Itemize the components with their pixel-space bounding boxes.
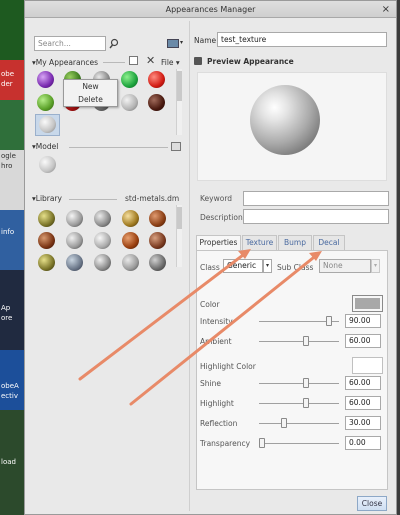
annotation-arrows [78,249,322,406]
annotation-arrow-decal [129,252,320,406]
annotation-arrow-texture [78,250,249,381]
